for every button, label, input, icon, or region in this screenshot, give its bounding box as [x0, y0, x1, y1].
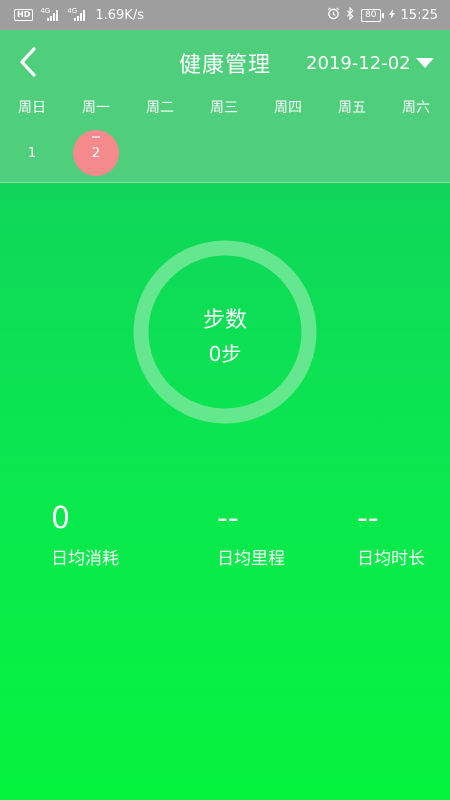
page-title-text: 健康管理 [178, 53, 271, 78]
clock-time: 15:25 [400, 7, 438, 23]
stat-value: 0 [51, 501, 71, 536]
weekday-label: 周三 [210, 100, 238, 116]
hd-icon: HD [14, 9, 34, 21]
weekday-row: 周日 周一 周二 周三 周四 周五 周六 [0, 97, 450, 117]
stat-daily-consumption: 0 日均消耗 [51, 501, 119, 570]
steps-label: 步数 [202, 308, 247, 333]
weekday-label: 周六 [402, 100, 430, 116]
signal-icon: 4G [67, 7, 86, 21]
weekday-label: 周一 [82, 100, 110, 116]
battery-icon: 80 [361, 8, 385, 22]
charging-icon [388, 8, 395, 23]
steps-ring: 步数 0步 [133, 240, 317, 424]
stat-daily-distance: -- 日均里程 [217, 501, 285, 570]
day-cell[interactable]: 1 [9, 130, 55, 176]
steps-value: 0步 [208, 342, 242, 366]
header: 健康管理 2019-12-02 周日 周一 周二 周三 周四 周五 周六 1 2 [0, 30, 450, 183]
triangle-down-icon [415, 58, 434, 68]
stat-value: -- [357, 501, 379, 536]
status-bar-right: 80 15:25 [327, 6, 438, 24]
day-cell-selected[interactable]: 2 [73, 130, 119, 176]
status-bar: HD 4G 4G 1.69K/s 80 15:25 [0, 0, 450, 30]
day-label: 2 [91, 145, 101, 161]
alarm-icon [327, 7, 340, 24]
network-speed: 1.69K/s [95, 7, 144, 23]
weekday-label: 周五 [338, 100, 366, 116]
signal-tag: 4G [67, 6, 78, 15]
stat-daily-duration: -- 日均时长 [357, 501, 425, 570]
bluetooth-icon [346, 6, 355, 24]
weekday-label: 周日 [18, 100, 46, 116]
stat-label: 日均里程 [217, 549, 285, 569]
signal-tag: 4G [40, 6, 51, 15]
weekday-label: 周四 [274, 100, 302, 116]
indicator-dot [92, 136, 100, 138]
weekday-label: 周二 [146, 100, 174, 116]
day-label: 1 [27, 145, 37, 161]
stat-value: -- [217, 501, 239, 536]
stat-label: 日均消耗 [51, 549, 119, 569]
day-row: 1 2 [0, 130, 450, 176]
date-selector[interactable]: 2019-12-02 [306, 50, 435, 76]
status-bar-left: HD 4G 4G 1.69K/s [14, 7, 144, 23]
date-value: 2019-12-02 [306, 52, 411, 74]
stat-label: 日均时长 [357, 549, 425, 569]
signal-icon: 4G [40, 7, 59, 21]
